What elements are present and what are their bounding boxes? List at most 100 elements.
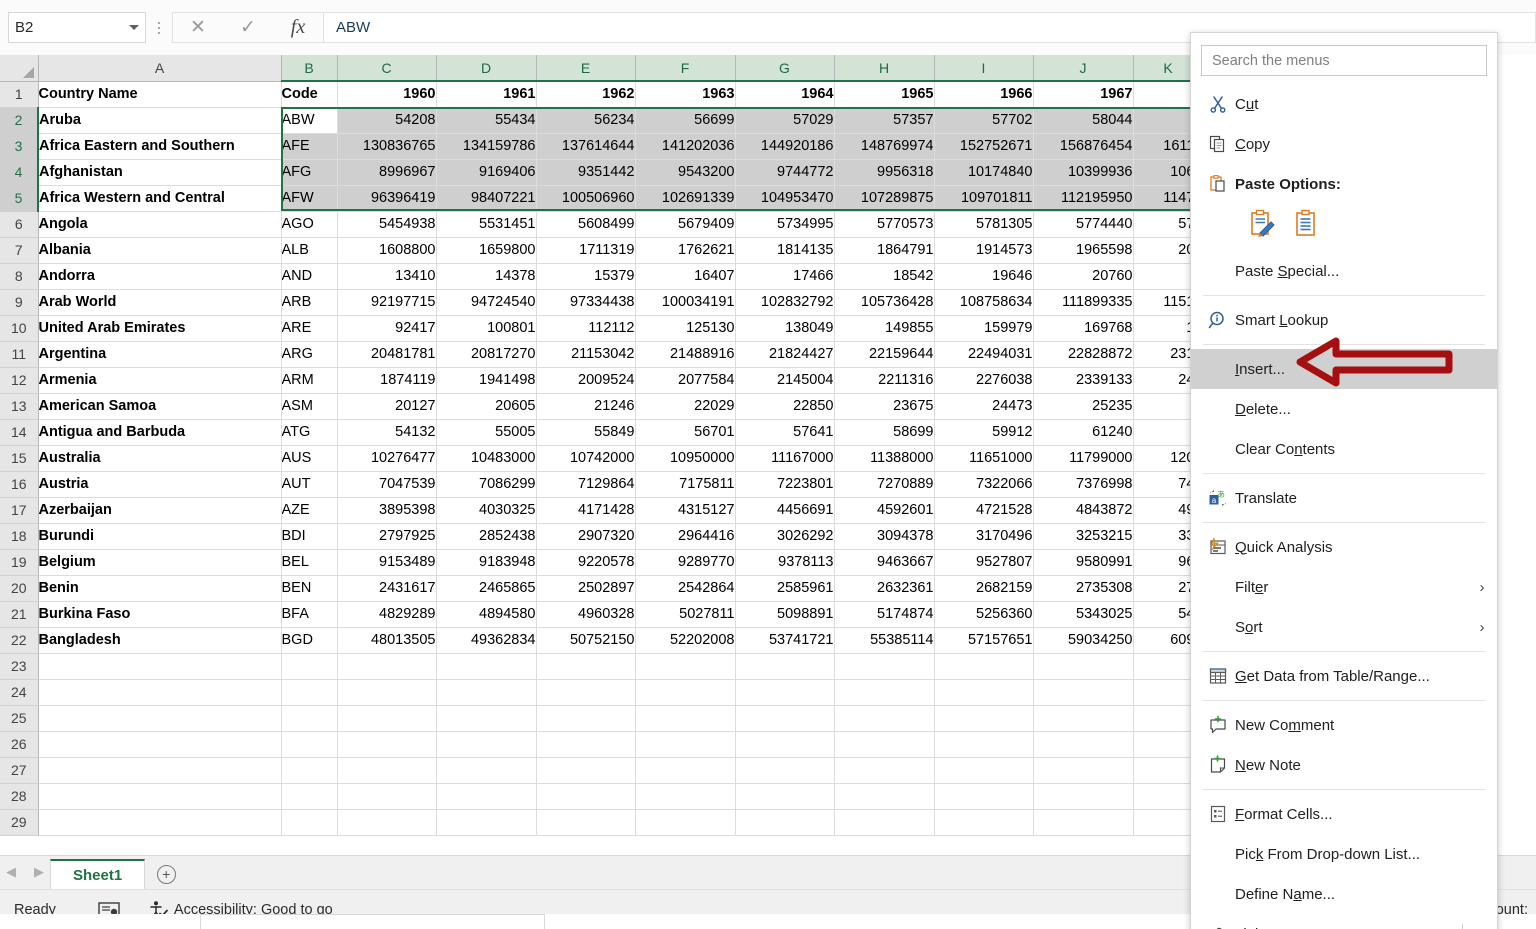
data-cell[interactable]: [1033, 731, 1133, 757]
data-cell[interactable]: [436, 783, 536, 809]
data-cell[interactable]: [1033, 809, 1133, 835]
data-cell[interactable]: [1033, 757, 1133, 783]
data-cell[interactable]: 5679409: [635, 211, 735, 237]
data-cell[interactable]: 11388000: [834, 445, 934, 471]
data-cell[interactable]: 20481781: [337, 341, 436, 367]
data-cell[interactable]: [635, 653, 735, 679]
data-cell[interactable]: Antigua and Barbuda: [38, 419, 281, 445]
row-header-19[interactable]: 19: [0, 549, 38, 575]
data-cell[interactable]: 21246: [536, 393, 635, 419]
column-header-B[interactable]: B: [281, 55, 337, 81]
data-cell[interactable]: 61240: [1033, 419, 1133, 445]
row-header-26[interactable]: 26: [0, 731, 38, 757]
data-cell[interactable]: 52202008: [635, 627, 735, 653]
row-header-29[interactable]: 29: [0, 809, 38, 835]
column-header-A[interactable]: A: [38, 55, 281, 81]
row-header-22[interactable]: 22: [0, 627, 38, 653]
data-cell[interactable]: [281, 705, 337, 731]
column-header-G[interactable]: G: [735, 55, 834, 81]
data-cell[interactable]: 57029: [735, 107, 834, 133]
chevron-left-icon[interactable]: ◀: [6, 864, 16, 880]
header-cell[interactable]: 1963: [635, 81, 735, 107]
data-cell[interactable]: 1965598: [1033, 237, 1133, 263]
data-cell[interactable]: ARB: [281, 289, 337, 315]
data-cell[interactable]: [436, 679, 536, 705]
data-cell[interactable]: 105736428: [834, 289, 934, 315]
menu-item-pick-dropdown[interactable]: Pick From Drop-down List...: [1191, 834, 1497, 874]
data-cell[interactable]: AGO: [281, 211, 337, 237]
data-cell[interactable]: 1659800: [436, 237, 536, 263]
data-cell[interactable]: [38, 653, 281, 679]
data-cell[interactable]: 97334438: [536, 289, 635, 315]
row-header-4[interactable]: 4: [0, 159, 38, 185]
data-cell[interactable]: 4592601: [834, 497, 934, 523]
data-cell[interactable]: 7175811: [635, 471, 735, 497]
data-cell[interactable]: 7376998: [1033, 471, 1133, 497]
data-cell[interactable]: 130836765: [337, 133, 436, 159]
header-cell[interactable]: 1965: [834, 81, 934, 107]
menu-item-link[interactable]: Link ›: [1191, 914, 1497, 929]
data-cell[interactable]: 9378113: [735, 549, 834, 575]
data-cell[interactable]: 2964416: [635, 523, 735, 549]
header-cell[interactable]: 1966: [934, 81, 1033, 107]
add-sheet-button[interactable]: +: [145, 859, 187, 889]
data-cell[interactable]: 112195950: [1033, 185, 1133, 211]
data-cell[interactable]: [436, 731, 536, 757]
data-cell[interactable]: [1033, 679, 1133, 705]
data-cell[interactable]: [536, 809, 635, 835]
menu-item-smart-lookup[interactable]: Smart Lookup: [1191, 300, 1497, 340]
data-cell[interactable]: 10174840: [934, 159, 1033, 185]
data-cell[interactable]: 111899335: [1033, 289, 1133, 315]
data-cell[interactable]: 4315127: [635, 497, 735, 523]
data-cell[interactable]: [934, 783, 1033, 809]
header-cell[interactable]: 1964: [735, 81, 834, 107]
data-cell[interactable]: 56701: [635, 419, 735, 445]
data-cell[interactable]: 3094378: [834, 523, 934, 549]
data-cell[interactable]: [38, 705, 281, 731]
data-cell[interactable]: Australia: [38, 445, 281, 471]
data-cell[interactable]: [834, 809, 934, 835]
data-cell[interactable]: Aruba: [38, 107, 281, 133]
chevron-right-icon[interactable]: ▶: [34, 864, 44, 880]
data-cell[interactable]: 55005: [436, 419, 536, 445]
data-cell[interactable]: 19646: [934, 263, 1033, 289]
data-cell[interactable]: 14378: [436, 263, 536, 289]
data-cell[interactable]: [536, 757, 635, 783]
data-cell[interactable]: 169768: [1033, 315, 1133, 341]
data-cell[interactable]: [38, 809, 281, 835]
data-cell[interactable]: 5343025: [1033, 601, 1133, 627]
data-cell[interactable]: 10276477: [337, 445, 436, 471]
data-cell[interactable]: 10742000: [536, 445, 635, 471]
data-cell[interactable]: [337, 757, 436, 783]
data-cell[interactable]: [38, 731, 281, 757]
row-header-15[interactable]: 15: [0, 445, 38, 471]
data-cell[interactable]: 9527807: [934, 549, 1033, 575]
data-cell[interactable]: BEN: [281, 575, 337, 601]
row-header-20[interactable]: 20: [0, 575, 38, 601]
data-cell[interactable]: 11651000: [934, 445, 1033, 471]
data-cell[interactable]: Arab World: [38, 289, 281, 315]
data-cell[interactable]: 144920186: [735, 133, 834, 159]
data-cell[interactable]: [834, 731, 934, 757]
header-cell[interactable]: Country Name: [38, 81, 281, 107]
column-header-E[interactable]: E: [536, 55, 635, 81]
header-cell[interactable]: 1961: [436, 81, 536, 107]
data-cell[interactable]: 7322066: [934, 471, 1033, 497]
data-cell[interactable]: 22850: [735, 393, 834, 419]
data-cell[interactable]: 17466: [735, 263, 834, 289]
data-cell[interactable]: 137614644: [536, 133, 635, 159]
data-cell[interactable]: 2585961: [735, 575, 834, 601]
data-cell[interactable]: 11167000: [735, 445, 834, 471]
data-cell[interactable]: 58044: [1033, 107, 1133, 133]
data-cell[interactable]: 20760: [1033, 263, 1133, 289]
row-header-17[interactable]: 17: [0, 497, 38, 523]
data-cell[interactable]: 22159644: [834, 341, 934, 367]
data-cell[interactable]: 2211316: [834, 367, 934, 393]
data-cell[interactable]: 48013505: [337, 627, 436, 653]
data-cell[interactable]: Belgium: [38, 549, 281, 575]
column-header-F[interactable]: F: [635, 55, 735, 81]
data-cell[interactable]: 2502897: [536, 575, 635, 601]
data-cell[interactable]: Albania: [38, 237, 281, 263]
data-cell[interactable]: [38, 679, 281, 705]
data-cell[interactable]: AZE: [281, 497, 337, 523]
